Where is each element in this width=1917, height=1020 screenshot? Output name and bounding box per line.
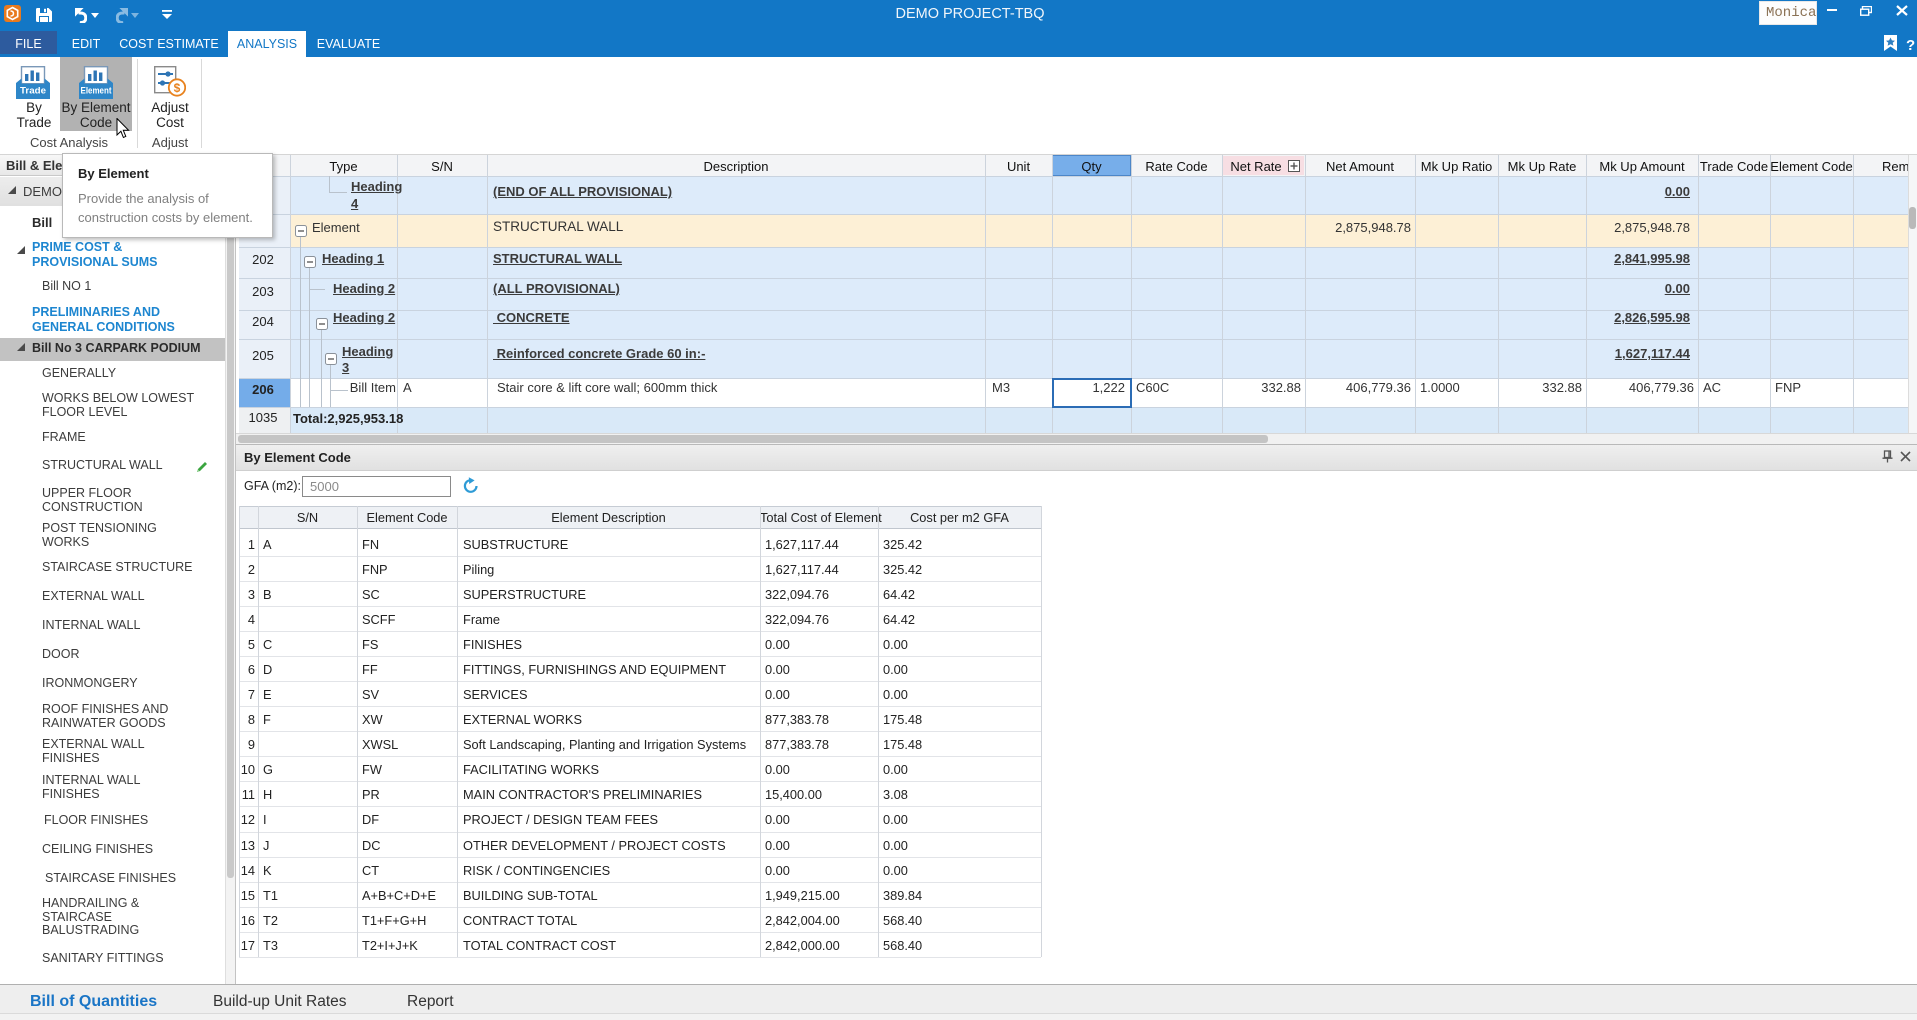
svg-text:Trade: Trade bbox=[20, 86, 46, 96]
svg-text:Element: Element bbox=[81, 86, 112, 96]
svg-text:$: $ bbox=[174, 81, 181, 95]
